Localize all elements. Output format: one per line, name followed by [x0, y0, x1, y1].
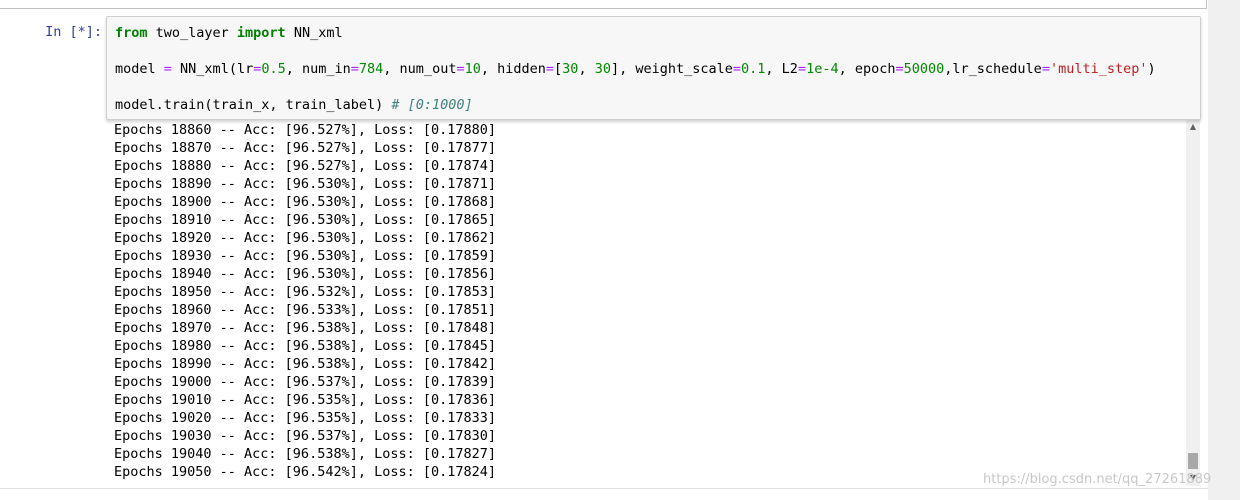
watermark: https://blog.csdn.net/qq_27261889: [983, 472, 1212, 487]
output-line: Epochs 19030 -- Acc: [96.537%], Loss: [0…: [114, 428, 497, 444]
import-name: NN_xml: [285, 25, 343, 41]
module-name: two_layer: [147, 25, 237, 41]
output-line: Epochs 18970 -- Acc: [96.538%], Loss: [0…: [114, 320, 497, 336]
output-line: Epochs 18870 -- Acc: [96.527%], Loss: [0…: [114, 140, 497, 156]
code-token: =: [732, 61, 742, 77]
code-token: 0.5: [261, 61, 286, 77]
output-line: Epochs 19050 -- Acc: [96.542%], Loss: [0…: [114, 464, 497, 480]
keyword-from: from: [115, 25, 148, 41]
output-line: Epochs 18860 -- Acc: [96.527%], Loss: [0…: [114, 122, 497, 138]
code-token: , num_in: [285, 61, 351, 77]
code-comment: # [0:1000]: [391, 97, 473, 113]
code-token: ,lr_schedule: [944, 61, 1042, 77]
previous-cell-edge: [0, 0, 1207, 9]
output-line: Epochs 18910 -- Acc: [96.530%], Loss: [0…: [114, 212, 497, 228]
output-line: Epochs 19040 -- Acc: [96.538%], Loss: [0…: [114, 446, 497, 462]
output-line: Epochs 18990 -- Acc: [96.538%], Loss: [0…: [114, 356, 497, 372]
output-line: Epochs 18980 -- Acc: [96.538%], Loss: [0…: [114, 338, 497, 354]
output-line: Epochs 18940 -- Acc: [96.530%], Loss: [0…: [114, 266, 497, 282]
output-line: Epochs 18950 -- Acc: [96.532%], Loss: [0…: [114, 284, 497, 300]
code-token: model: [115, 61, 164, 77]
code-token: , num_out: [383, 61, 457, 77]
cell-output-area[interactable]: Epochs 18860 -- Acc: [96.527%], Loss: [0…: [106, 119, 1186, 485]
keyword-import: import: [236, 25, 286, 41]
output-line: Epochs 18920 -- Acc: [96.530%], Loss: [0…: [114, 230, 497, 246]
code-line-import: from two_layer import NN_xml: [115, 25, 343, 41]
output-line: Epochs 18880 -- Acc: [96.527%], Loss: [0…: [114, 158, 497, 174]
code-token: =: [545, 61, 555, 77]
output-line: Epochs 19000 -- Acc: [96.537%], Loss: [0…: [114, 374, 497, 390]
jupyter-page: In [*]: from two_layer import NN_xml mod…: [0, 0, 1240, 500]
output-line: Epochs 19010 -- Acc: [96.535%], Loss: [0…: [114, 392, 497, 408]
scroll-thumb[interactable]: [1188, 453, 1198, 469]
code-token: ], weight_scale: [610, 61, 733, 77]
code-token: 30: [594, 61, 611, 77]
output-line: Epochs 18900 -- Acc: [96.530%], Loss: [0…: [114, 194, 497, 210]
code-token: NN_xml(lr: [171, 61, 254, 77]
cell-bottom-border: [0, 488, 1208, 489]
output-line: Epochs 19020 -- Acc: [96.535%], Loss: [0…: [114, 410, 497, 426]
code-token: model.train(train_x, train_label): [115, 97, 392, 113]
code-token: =: [350, 61, 359, 77]
code-token: 0.1: [741, 61, 766, 77]
output-line: Epochs 18930 -- Acc: [96.530%], Loss: [0…: [114, 248, 497, 264]
code-line-train: model.train(train_x, train_label) # [0:1…: [115, 97, 473, 113]
code-token: =: [163, 61, 172, 77]
output-line: Epochs 18960 -- Acc: [96.533%], Loss: [0…: [114, 302, 497, 318]
code-token: 10: [464, 61, 481, 77]
code-token: ): [1147, 61, 1156, 77]
scroll-up-icon[interactable]: ▲: [1186, 121, 1200, 133]
code-token: =: [797, 61, 807, 77]
page-right-gutter: [1208, 0, 1240, 500]
code-token: , L2: [765, 61, 798, 77]
code-input-area[interactable]: from two_layer import NN_xml model = NN_…: [106, 16, 1201, 120]
code-token: =: [456, 61, 465, 77]
code-token: 50000: [903, 61, 945, 77]
code-token: 30: [562, 61, 579, 77]
code-token: =: [1041, 61, 1050, 77]
code-token: =: [895, 61, 904, 77]
code-token: 'multi_step': [1049, 61, 1148, 77]
output-scrollbar[interactable]: ▲ ▼: [1186, 119, 1200, 486]
code-token: , hidden: [480, 61, 546, 77]
code-line-model: model = NN_xml(lr=0.5, num_in=784, num_o…: [115, 61, 1156, 77]
code-token: , epoch: [838, 61, 896, 77]
code-token: 1e-4: [806, 61, 839, 77]
code-token: [: [554, 61, 563, 77]
cell-prompt: In [*]:: [45, 24, 102, 40]
notebook-container: In [*]: from two_layer import NN_xml mod…: [0, 0, 1208, 500]
code-token: ,: [578, 61, 595, 77]
code-token: 784: [358, 61, 384, 77]
output-line: Epochs 18890 -- Acc: [96.530%], Loss: [0…: [114, 176, 497, 192]
